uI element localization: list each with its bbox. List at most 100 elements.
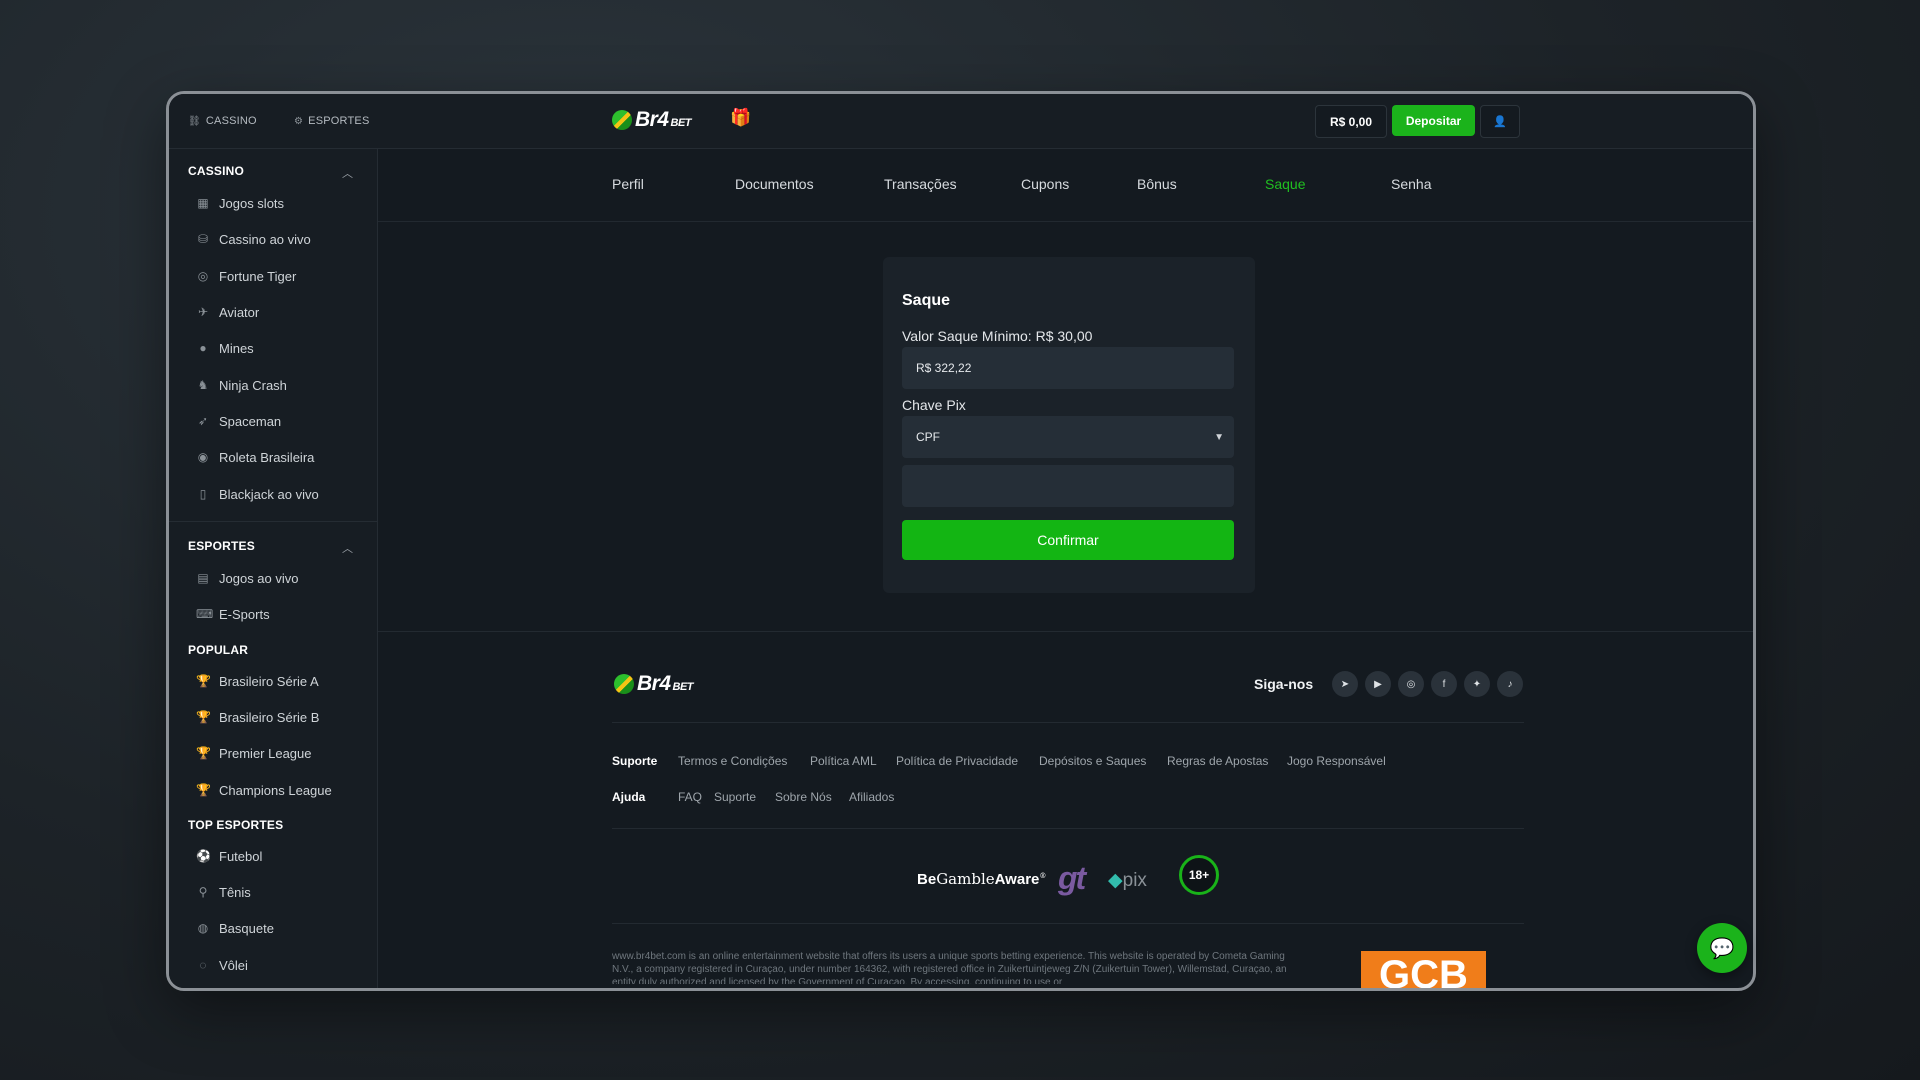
sidebar-item-premier-league[interactable]: 🏆 Premier League <box>196 743 312 763</box>
bomb-icon: ● <box>199 341 207 355</box>
sidebar-item-cassino-ao-vivo[interactable]: ⛁ Cassino ao vivo <box>196 229 311 249</box>
profile-tabs: Perfil Documentos Transações Cupons Bônu… <box>378 149 1753 222</box>
sidebar-item-ninja-crash[interactable]: ♞ Ninja Crash <box>196 375 287 395</box>
tab-saque[interactable]: Saque <box>1265 176 1305 192</box>
tab-transacoes[interactable]: Transações <box>884 176 957 192</box>
gift-icon[interactable]: 🎁 <box>730 108 751 128</box>
sidebar: CASSINO ︿ ▦ Jogos slots ⛁ Cassino ao vivo … <box>169 149 378 988</box>
pix-logo[interactable]: ◆pix <box>1108 869 1147 892</box>
sidebar-item-volei[interactable]: ◌ Vôlei <box>196 955 248 975</box>
chat-bubble-icon: 💬 <box>1709 937 1735 960</box>
link-afiliados[interactable]: Afiliados <box>849 790 894 804</box>
logo-suffix-text: BET <box>672 681 694 693</box>
gcb-logo[interactable]: GCB <box>1361 951 1486 988</box>
min-withdraw-label: Valor Saque Mínimo: R$ 30,00 <box>902 328 1093 344</box>
footer-divider <box>612 722 1524 723</box>
logo-main-text: Br4 <box>637 672 671 695</box>
sidebar-item-basquete[interactable]: ◍ Basquete <box>196 918 274 938</box>
logo-ball-icon <box>614 674 634 694</box>
help-label: Ajuda <box>612 790 646 804</box>
trophy-icon: 🏆 <box>196 674 211 688</box>
gear-icon: ⚙ <box>294 115 304 127</box>
sidebar-item-roleta-brasileira[interactable]: ◉ Roleta Brasileira <box>196 447 315 467</box>
twitter-icon[interactable]: ✦ <box>1464 671 1490 697</box>
user-icon: 👤 <box>1493 116 1507 128</box>
footer-divider <box>612 828 1524 829</box>
link-termos[interactable]: Termos e Condições <box>678 754 787 768</box>
top-bar: ⛓ CASSINO ⚙ ESPORTES Br4 BET 🎁 R$ 0,00 De… <box>169 94 1753 149</box>
link-sobre-nos[interactable]: Sobre Nós <box>775 790 832 804</box>
amount-input[interactable]: R$ 322,22 <box>902 347 1234 389</box>
ninja-icon: ♞ <box>197 378 209 392</box>
sidebar-item-jogos-slots[interactable]: ▦ Jogos slots <box>196 193 284 213</box>
facebook-icon[interactable]: f <box>1431 671 1457 697</box>
sidebar-item-jogos-ao-vivo[interactable]: ▤ Jogos ao vivo <box>196 568 298 588</box>
balance-display[interactable]: R$ 0,00 <box>1315 105 1387 138</box>
tab-bonus[interactable]: Bônus <box>1137 176 1177 192</box>
withdraw-card: Saque Valor Saque Mínimo: R$ 30,00 R$ 32… <box>883 257 1255 593</box>
deposit-button[interactable]: Depositar <box>1392 105 1475 136</box>
sidebar-item-champions-league[interactable]: 🏆 Champions League <box>196 780 332 800</box>
link-jogo-responsavel[interactable]: Jogo Responsável <box>1287 754 1386 768</box>
sidebar-item-aviator[interactable]: ✈ Aviator <box>196 302 259 322</box>
telegram-icon[interactable]: ➤ <box>1332 671 1358 697</box>
top-tab-label: CASSINO <box>205 115 257 127</box>
roulette-icon: ◉ <box>197 450 209 464</box>
tab-cupons[interactable]: Cupons <box>1021 176 1069 192</box>
footer-divider <box>378 631 1753 632</box>
pix-type-select[interactable]: CPF ▼ <box>902 416 1234 458</box>
trophy-icon: 🏆 <box>196 746 211 760</box>
logo-main-text: Br4 <box>635 108 669 131</box>
tennis-icon: ⚲ <box>198 885 208 899</box>
sidebar-item-fortune-tiger[interactable]: ◎ Fortune Tiger <box>196 266 297 286</box>
sidebar-section-popular: POPULAR <box>188 643 249 657</box>
chevron-up-icon[interactable]: ︿ <box>342 540 353 556</box>
link-aml[interactable]: Política AML <box>810 754 877 768</box>
sidebar-item-tenis[interactable]: ⚲ Tênis <box>196 882 251 902</box>
link-privacidade[interactable]: Política de Privacidade <box>896 754 1018 768</box>
sidebar-divider <box>169 521 377 522</box>
top-tab-esportes[interactable]: ⚙ ESPORTES <box>294 94 369 148</box>
trophy-icon: 🏆 <box>196 710 211 724</box>
top-tab-cassino[interactable]: ⛓ CASSINO <box>188 94 257 148</box>
tiktok-icon[interactable]: ♪ <box>1497 671 1523 697</box>
sidebar-section-cassino[interactable]: CASSINO <box>188 164 244 178</box>
link-icon: ⛓ <box>188 115 201 127</box>
chevron-down-icon: ▼ <box>1214 431 1224 443</box>
link-suporte[interactable]: Suporte <box>714 790 756 804</box>
youtube-icon[interactable]: ▶ <box>1365 671 1391 697</box>
card-icon: ▯ <box>199 487 207 501</box>
sidebar-item-brasileiro-serie-b[interactable]: 🏆 Brasileiro Série B <box>196 707 319 727</box>
gt-logo[interactable]: gt <box>1058 860 1086 897</box>
volleyball-icon: ◌ <box>199 958 207 972</box>
legal-text: www.br4bet.com is an online entertainmen… <box>612 951 1287 984</box>
sidebar-item-futebol[interactable]: ⚽ Futebol <box>196 846 262 866</box>
sidebar-section-esportes[interactable]: ESPORTES <box>188 539 255 553</box>
user-menu-button[interactable]: 👤 <box>1480 105 1520 138</box>
pix-type-value: CPF <box>916 430 940 444</box>
link-depositos-saques[interactable]: Depósitos e Saques <box>1039 754 1146 768</box>
footer-brand-logo[interactable]: Br4 BET <box>614 672 694 696</box>
sidebar-item-e-sports[interactable]: ⌨ E-Sports <box>196 604 270 624</box>
logo-suffix-text: BET <box>670 117 692 129</box>
tab-perfil[interactable]: Perfil <box>612 176 644 192</box>
instagram-icon[interactable]: ◎ <box>1398 671 1424 697</box>
brand-logo[interactable]: Br4 BET <box>612 108 692 132</box>
basketball-icon: ◍ <box>197 921 209 935</box>
begambleaware-logo[interactable]: BeGambleAware® <box>917 870 1046 888</box>
sidebar-item-brasileiro-serie-a[interactable]: 🏆 Brasileiro Série A <box>196 671 319 691</box>
sidebar-item-spaceman[interactable]: ➶ Spaceman <box>196 411 281 431</box>
slots-icon: ▦ <box>197 196 209 210</box>
support-label: Suporte <box>612 754 658 768</box>
sidebar-item-mines[interactable]: ● Mines <box>196 338 253 358</box>
link-faq[interactable]: FAQ <box>678 790 702 804</box>
chat-support-button[interactable]: 💬 <box>1697 923 1747 973</box>
tab-documentos[interactable]: Documentos <box>735 176 814 192</box>
tab-senha[interactable]: Senha <box>1391 176 1431 192</box>
sidebar-item-blackjack-ao-vivo[interactable]: ▯ Blackjack ao vivo <box>196 484 319 504</box>
chevron-up-icon[interactable]: ︿ <box>342 165 353 181</box>
link-regras[interactable]: Regras de Apostas <box>1167 754 1268 768</box>
top-tab-label: ESPORTES <box>308 115 370 127</box>
confirm-button[interactable]: Confirmar <box>902 520 1234 560</box>
pix-key-input[interactable] <box>902 465 1234 507</box>
